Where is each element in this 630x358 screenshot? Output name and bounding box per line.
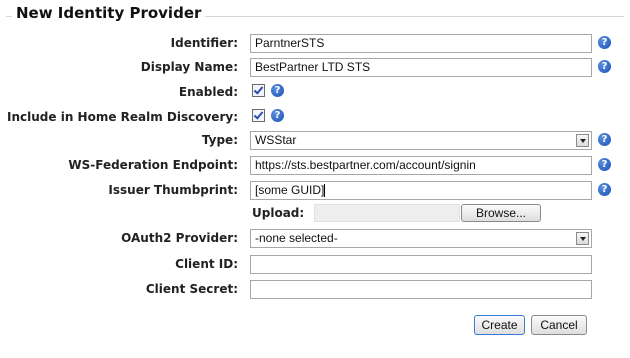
oauth2-selected-value: -none selected- xyxy=(255,231,338,245)
ws-endpoint-help-icon[interactable]: ? xyxy=(598,158,611,171)
client-id-row: Client ID: xyxy=(0,254,630,276)
create-button[interactable]: Create xyxy=(474,315,525,335)
enabled-row: Enabled: ? xyxy=(0,82,630,104)
identifier-input[interactable]: ParntnerSTS xyxy=(250,34,592,53)
type-select[interactable]: WSStar xyxy=(250,131,592,150)
client-id-input[interactable] xyxy=(250,255,592,274)
issuer-thumbprint-help-icon[interactable]: ? xyxy=(598,183,611,196)
home-realm-checkbox[interactable] xyxy=(252,109,265,122)
ws-endpoint-label: WS-Federation Endpoint: xyxy=(68,158,238,172)
oauth2-label: OAuth2 Provider: xyxy=(121,231,238,245)
issuer-thumbprint-input[interactable]: [some GUID] xyxy=(250,181,592,200)
upload-label: Upload: xyxy=(252,206,305,220)
home-realm-label: Include in Home Realm Discovery: xyxy=(7,110,238,124)
home-realm-checkbox-wrap: ? xyxy=(252,109,284,122)
upload-file-field[interactable] xyxy=(314,204,460,222)
ws-endpoint-row: WS-Federation Endpoint: https://sts.best… xyxy=(0,155,630,177)
oauth2-row: OAuth2 Provider: -none selected- xyxy=(0,228,630,250)
display-name-input[interactable]: BestPartner LTD STS xyxy=(250,58,592,77)
issuer-thumbprint-label: Issuer Thumbprint: xyxy=(108,183,238,197)
home-realm-help-icon[interactable]: ? xyxy=(271,109,284,122)
identifier-row: Identifier: ParntnerSTS ? xyxy=(0,33,630,55)
form-title: New Identity Provider xyxy=(12,4,206,22)
type-help-icon[interactable]: ? xyxy=(598,133,611,146)
identifier-label: Identifier: xyxy=(170,36,238,50)
display-name-label: Display Name: xyxy=(140,60,238,74)
type-label: Type: xyxy=(201,133,238,147)
identifier-help-icon[interactable]: ? xyxy=(598,36,611,49)
type-row: Type: WSStar ? xyxy=(0,130,630,152)
browse-button[interactable]: Browse... xyxy=(461,204,541,222)
oauth2-select[interactable]: -none selected- xyxy=(250,229,592,248)
chevron-down-icon[interactable] xyxy=(576,232,589,245)
upload-row: Upload: Browse... xyxy=(0,203,630,225)
text-cursor xyxy=(324,184,326,197)
enabled-checkbox-wrap: ? xyxy=(252,84,284,97)
enabled-label: Enabled: xyxy=(178,85,238,99)
home-realm-row: Include in Home Realm Discovery: ? xyxy=(0,107,630,129)
cancel-button[interactable]: Cancel xyxy=(531,315,587,335)
issuer-thumbprint-row: Issuer Thumbprint: [some GUID] ? xyxy=(0,180,630,202)
chevron-down-icon[interactable] xyxy=(576,134,589,147)
enabled-help-icon[interactable]: ? xyxy=(271,84,284,97)
client-id-label: Client ID: xyxy=(175,257,238,271)
type-selected-value: WSStar xyxy=(255,133,297,147)
display-name-row: Display Name: BestPartner LTD STS ? xyxy=(0,57,630,79)
display-name-help-icon[interactable]: ? xyxy=(598,60,611,73)
client-secret-input[interactable] xyxy=(250,280,592,299)
ws-endpoint-input[interactable]: https://sts.bestpartner.com/account/sign… xyxy=(250,156,592,175)
issuer-thumbprint-value: [some GUID] xyxy=(255,183,325,197)
client-secret-row: Client Secret: xyxy=(0,279,630,301)
client-secret-label: Client Secret: xyxy=(145,282,238,296)
enabled-checkbox[interactable] xyxy=(252,84,265,97)
